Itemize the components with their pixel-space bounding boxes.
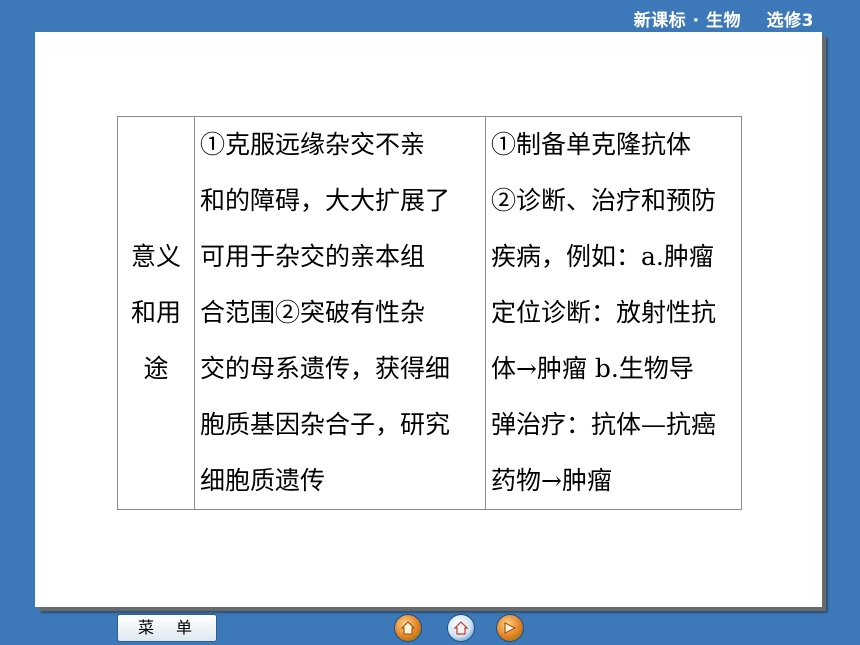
text-line: 弹治疗：抗体—抗癌	[491, 410, 717, 439]
significance-cell: ①克服远缘杂交不亲 和的障碍，大大扩展了 可用于杂交的亲本组 合范围②突破有性杂…	[194, 116, 486, 510]
home-icon[interactable]	[447, 614, 475, 642]
text-line: 细胞质遗传	[200, 466, 326, 495]
row-header-line: 和用	[130, 298, 181, 327]
table-row: 意义 和用 途 ①克服远缘杂交不亲 和的障碍，大大扩展了 可用于杂交的亲本组 合…	[117, 116, 742, 510]
bottom-nav-bar: 菜单	[0, 610, 860, 645]
text-line: 胞质基因杂合子，研究	[200, 410, 451, 439]
text-line: ①制备单克隆抗体	[491, 130, 692, 159]
text-line: 体→肿瘤 b.生物导	[491, 354, 694, 383]
text-line: 可用于杂交的亲本组	[200, 242, 426, 271]
text-line: ②诊断、治疗和预防	[491, 186, 717, 215]
menu-button[interactable]: 菜单	[117, 614, 217, 642]
text-line: 药物→肿瘤	[491, 466, 612, 495]
text-line: 定位诊断：放射性抗	[491, 298, 717, 327]
prev-icon[interactable]	[394, 614, 422, 642]
next-icon[interactable]	[496, 614, 524, 642]
content-panel: 意义 和用 途 ①克服远缘杂交不亲 和的障碍，大大扩展了 可用于杂交的亲本组 合…	[35, 32, 822, 607]
text-line: 合范围②突破有性杂	[200, 298, 426, 327]
row-header-line: 意义	[130, 242, 181, 271]
text-line: ①克服远缘杂交不亲	[200, 130, 426, 159]
text-line: 交的母系遗传，获得细	[200, 354, 451, 383]
text-line: 疾病，例如：a.肿瘤	[491, 242, 714, 271]
text-line: 和的障碍，大大扩展了	[200, 186, 451, 215]
header-title: 新课标 · 生物 选修3	[633, 11, 814, 31]
application-cell: ①制备单克隆抗体 ②诊断、治疗和预防 疾病，例如：a.肿瘤 定位诊断：放射性抗 …	[485, 116, 742, 510]
row-header-line: 途	[143, 354, 169, 383]
content-table: 意义 和用 途 ①克服远缘杂交不亲 和的障碍，大大扩展了 可用于杂交的亲本组 合…	[117, 116, 742, 510]
row-header-cell: 意义 和用 途	[117, 116, 195, 510]
